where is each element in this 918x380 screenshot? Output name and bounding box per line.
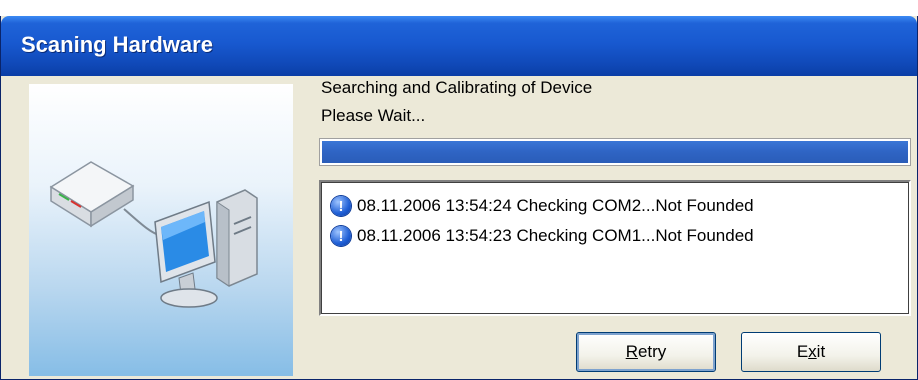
window-title: Scaning Hardware xyxy=(21,32,213,57)
log-entry[interactable]: ! 08.11.2006 13:54:24 Checking COM2...No… xyxy=(331,194,754,218)
hardware-illustration xyxy=(29,84,293,376)
status-message: Searching and Calibrating of Device xyxy=(321,78,593,97)
log-entry[interactable]: ! 08.11.2006 13:54:23 Checking COM1...No… xyxy=(331,224,754,248)
exit-label-post: it xyxy=(816,342,826,361)
exit-label-pre: E xyxy=(796,342,809,361)
dialog-client-area: Searching and Calibrating of Device Plea… xyxy=(1,76,917,379)
title-bar[interactable]: Scaning Hardware xyxy=(1,16,917,76)
computer-icon xyxy=(154,189,258,308)
info-icon: ! xyxy=(331,226,351,246)
wait-message: Please Wait... xyxy=(321,106,426,125)
device-to-computer-icon xyxy=(49,161,258,308)
retry-accelerator: R xyxy=(625,342,638,361)
log-entry-text: 08.11.2006 13:54:24 Checking COM2...Not … xyxy=(357,196,754,215)
exit-accelerator: x xyxy=(808,342,817,361)
modem-device-icon xyxy=(49,161,135,228)
log-entry-text: 08.11.2006 13:54:23 Checking COM1...Not … xyxy=(357,226,754,245)
scanning-dialog: Scaning Hardware Searching and Calibrati… xyxy=(0,16,918,380)
progress-bar xyxy=(319,138,911,166)
progress-fill xyxy=(322,141,908,163)
scan-log-list[interactable]: ! 08.11.2006 13:54:24 Checking COM2...No… xyxy=(319,180,911,316)
info-icon: ! xyxy=(331,196,351,216)
retry-label: etry xyxy=(637,342,667,361)
exit-button[interactable]: Ex it xyxy=(741,332,881,372)
retry-button[interactable]: Retry xyxy=(576,332,716,372)
